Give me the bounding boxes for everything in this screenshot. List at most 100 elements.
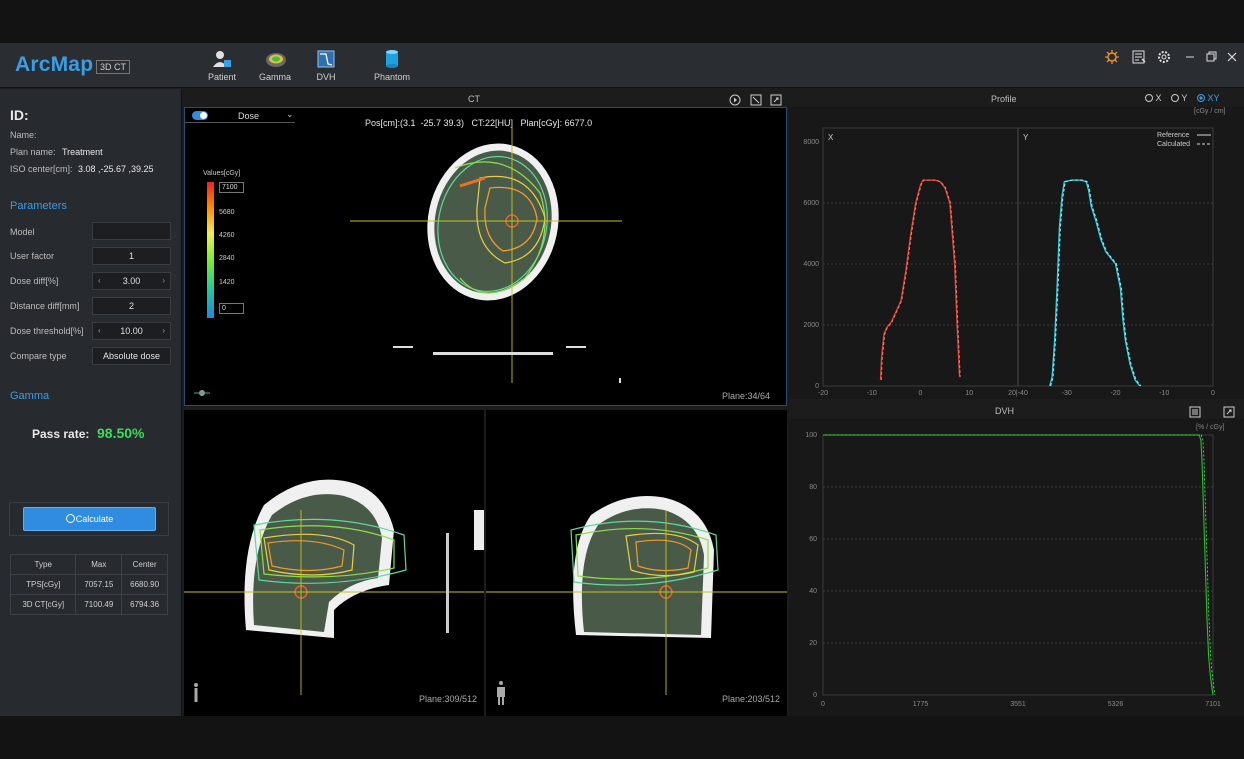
- increment-icon[interactable]: ›: [162, 273, 165, 289]
- dose-diff-stepper[interactable]: ‹ 3.00 ›: [92, 272, 171, 290]
- param-label-model: Model: [10, 227, 35, 237]
- gamma-label: Gamma: [258, 72, 291, 82]
- app-mode-badge: 3D CT: [96, 60, 131, 74]
- dvh-unit: [% / cGy]: [1196, 424, 1225, 431]
- compare-type-select[interactable]: Absolute dose: [92, 347, 171, 365]
- x-tick-label: 20|-40: [1008, 390, 1028, 397]
- y-tick-label: 100: [805, 432, 817, 439]
- y-tick-label: 0: [813, 692, 817, 699]
- y-tick-label: 8000: [803, 139, 819, 146]
- plan-name-value: Treatment: [62, 147, 103, 157]
- table-cell: 7057.15: [75, 574, 123, 595]
- param-label-user-factor: User factor: [10, 251, 55, 261]
- x-tick-label: -10: [867, 390, 877, 397]
- body-orientation-icon: [192, 682, 200, 706]
- table-cell: TPS[cGy]: [9, 574, 77, 595]
- profile-title: Profile: [991, 94, 1017, 104]
- axial-plane-indicator: Plane:34/64: [722, 391, 771, 401]
- ct-view-title: CT: [468, 94, 480, 104]
- x-tick-label: 0: [919, 390, 923, 397]
- x-tick-label: -20: [818, 390, 828, 397]
- iso-center-value: 3.08 ,-25.67 ,39.25: [78, 164, 154, 174]
- decrement-icon[interactable]: ‹: [98, 323, 101, 339]
- dvh-label: DVH: [316, 72, 336, 82]
- decrement-icon[interactable]: ‹: [98, 273, 101, 289]
- calculate-label: Calculate: [75, 514, 114, 524]
- y-tick-label: 0: [815, 383, 819, 390]
- table-cell: 6680.90: [121, 574, 168, 595]
- parameters-title: Parameters: [10, 200, 67, 212]
- play-icon[interactable]: [729, 93, 741, 106]
- ct-sagittal-view[interactable]: Plane:309/512: [184, 410, 484, 716]
- dose-threshold-stepper[interactable]: ‹ 10.00 ›: [92, 322, 171, 340]
- settings-gear-icon[interactable]: [1156, 49, 1172, 65]
- y-profile-calculated-line: [1050, 179, 1142, 387]
- profile-option-x[interactable]: X: [1145, 93, 1162, 103]
- phantom-cylinder-icon: [382, 49, 402, 69]
- x-tick-label: -20: [1110, 390, 1120, 397]
- calculate-button[interactable]: Calculate: [23, 507, 156, 531]
- param-label-dose-diff: Dose diff[%]: [10, 276, 59, 286]
- param-label-distance-diff: Distance diff[mm]: [10, 301, 80, 311]
- radio-icon: [1171, 94, 1179, 102]
- x-tick-label: 0: [821, 701, 825, 708]
- y-tick-label: 6000: [803, 200, 819, 207]
- x-tick-label: 1775: [913, 701, 929, 708]
- table-row: TPS[cGy] 7057.15 6680.90: [9, 574, 168, 595]
- orientation-icon: [193, 386, 211, 398]
- param-label-compare-type: Compare type: [10, 351, 67, 361]
- x-profile-reference-line: [879, 179, 961, 380]
- gamma-icon: [265, 49, 286, 69]
- iso-center-label: ISO center[cm]:: [10, 164, 73, 174]
- profile-unit: [cGy / cm]: [1194, 108, 1226, 115]
- phantom-button[interactable]: Phantom: [370, 49, 414, 82]
- axial-image: [350, 126, 622, 383]
- dvh-maximize-icon[interactable]: [1223, 405, 1235, 418]
- dose-diff-value: 3.00: [122, 276, 141, 286]
- x-tick-label: 5326: [1108, 701, 1124, 708]
- y-tick-label: 60: [809, 536, 817, 543]
- user-factor-field[interactable]: 1: [92, 247, 171, 265]
- x-tick-label: 10: [965, 390, 973, 397]
- legend-reference-label: Reference: [1157, 132, 1189, 139]
- dvh-list-icon[interactable]: [1189, 405, 1201, 418]
- minimize-icon[interactable]: [1182, 49, 1198, 65]
- calculate-icon: [65, 514, 75, 523]
- gamma-button[interactable]: Gamma: [253, 49, 297, 82]
- y-tick-label: 40: [809, 588, 817, 595]
- sagittal-image: [184, 479, 484, 695]
- dvh-chart-area: [% / cGy] 100 80 60 40 20 0 0 1775 3551 5326 7101: [789, 419, 1244, 716]
- patient-name-label: Name:: [10, 130, 37, 140]
- table-cell: 3D CT[cGy]: [9, 594, 77, 615]
- ct-axial-canvas[interactable]: Dose ⌄ Pos[cm]:(3.1 -25.7 39.3) CT:22[HU…: [184, 107, 787, 406]
- patient-button[interactable]: Patient: [200, 49, 244, 82]
- ct-coronal-view[interactable]: Plane:203/512: [486, 410, 787, 716]
- sagittal-plane-indicator: Plane:309/512: [419, 694, 478, 704]
- table-row: 3D CT[cGy] 7100.49 6794.36: [9, 594, 168, 615]
- pass-rate-label: Pass rate:: [32, 427, 90, 441]
- report-icon[interactable]: [1131, 49, 1147, 65]
- close-icon[interactable]: [1224, 49, 1240, 65]
- app-logo: ArcMap: [15, 53, 94, 76]
- network-icon[interactable]: [1104, 49, 1120, 65]
- profile-option-xy[interactable]: XY: [1197, 93, 1220, 103]
- y-tick-label: 80: [809, 484, 817, 491]
- patient-label: Patient: [207, 72, 237, 82]
- y-tick-label: 4000: [803, 261, 819, 268]
- profile-option-y[interactable]: Y: [1171, 93, 1187, 103]
- model-field[interactable]: [92, 222, 171, 240]
- body-orientation-icon: [494, 680, 508, 706]
- dvh-chart: 100 80 60 40 20 0 0 1775 3551 5326 7101: [805, 432, 1221, 708]
- maximize-icon[interactable]: [770, 93, 782, 106]
- profile-chart: 8000 6000 4000 2000 0 -20 -10 0 10 20|-40 -30 -20 -…: [803, 127, 1215, 397]
- x-tick-label: 7101: [1205, 701, 1221, 708]
- increment-icon[interactable]: ›: [162, 323, 165, 339]
- x-tick-label: 0: [1211, 390, 1215, 397]
- distance-diff-field[interactable]: 2: [92, 297, 171, 315]
- dvh-button[interactable]: DVH: [304, 49, 348, 82]
- patient-id-label: ID:: [10, 107, 29, 123]
- restore-icon[interactable]: [1203, 49, 1219, 65]
- dvh-title: DVH: [995, 406, 1015, 416]
- crosshair-toggle-icon[interactable]: [750, 93, 762, 106]
- dvh-chart-icon: [316, 49, 336, 69]
